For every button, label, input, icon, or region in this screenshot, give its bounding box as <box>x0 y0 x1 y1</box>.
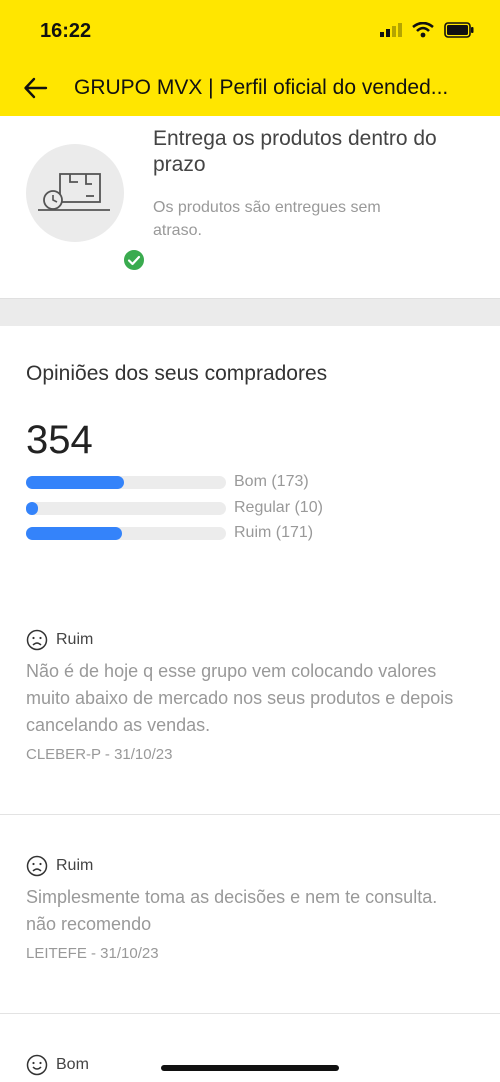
bar-fill-good <box>26 475 124 489</box>
review-rating: Ruim <box>56 631 94 648</box>
bar-fill-bad <box>26 526 122 540</box>
opinions-total: 354 <box>26 418 93 462</box>
wifi-icon <box>412 22 434 38</box>
opinions-title: Opiniões dos seus compradores <box>26 362 328 385</box>
bar-track <box>26 501 226 515</box>
review-divider <box>0 814 500 815</box>
rating-bar-good: Bom (173) <box>26 471 326 493</box>
rating-bar-bad: Ruim (171) <box>26 522 326 544</box>
section-divider <box>0 298 500 326</box>
review-rating: Ruim <box>56 857 94 874</box>
review-divider <box>0 1013 500 1014</box>
bar-track <box>26 526 226 540</box>
bar-fill-regular <box>26 501 38 515</box>
sad-face-icon <box>26 629 48 651</box>
delivery-section: Entrega os produtos dentro do prazo Os p… <box>0 116 500 298</box>
status-icons <box>380 22 474 38</box>
happy-face-icon <box>26 1054 48 1076</box>
home-indicator[interactable] <box>161 1065 339 1071</box>
review-meta: CLEBER-P - 31/10/23 <box>26 746 173 763</box>
delivery-title: Entrega os produtos dentro do prazo <box>153 127 437 176</box>
delivery-clock-box-icon <box>38 173 110 211</box>
status-time: 16:22 <box>40 20 92 42</box>
review-rating-row: Bom <box>26 1054 89 1076</box>
bar-label-good: Bom (173) <box>234 473 309 490</box>
delivery-subtitle: Os produtos são entregues sem atraso. <box>153 199 381 239</box>
rating-bar-regular: Regular (10) <box>26 497 326 519</box>
sad-face-icon <box>26 855 48 877</box>
battery-icon <box>444 22 474 38</box>
review-rating: Bom <box>56 1056 89 1073</box>
check-icon <box>127 255 141 266</box>
page-title: GRUPO MVX | Perfil oficial do vended... <box>74 76 449 99</box>
review-rating-row: Ruim <box>26 629 93 651</box>
bar-label-regular: Regular (10) <box>234 499 323 516</box>
bar-label-bad: Ruim (171) <box>234 524 314 541</box>
bar-track <box>26 475 226 489</box>
signal-icon <box>380 23 402 37</box>
delivery-icon-circle <box>26 144 146 272</box>
review-text: Simplesmente toma as decisões e nem te c… <box>26 887 438 934</box>
app-header: 16:22 GRUPO MVX | Perfil oficial do vend… <box>0 0 500 116</box>
review-meta: LEITEFE - 31/10/23 <box>26 945 159 962</box>
review-rating-row: Ruim <box>26 855 93 877</box>
check-badge <box>122 248 146 272</box>
review-text: Não é de hoje q esse grupo vem colocando… <box>26 661 454 735</box>
back-arrow-icon[interactable] <box>22 74 50 102</box>
